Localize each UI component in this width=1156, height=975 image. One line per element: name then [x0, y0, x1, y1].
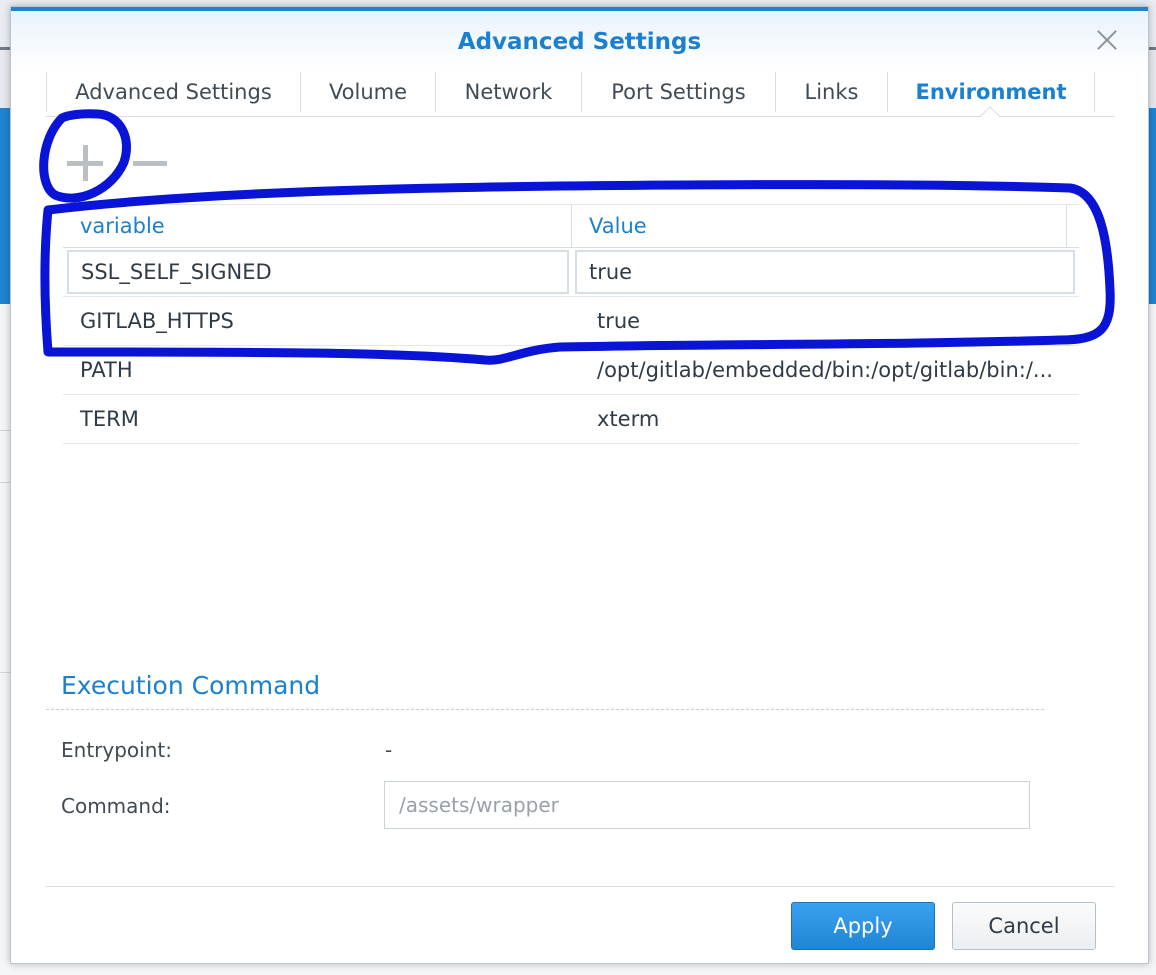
- entrypoint-label: Entrypoint:: [61, 738, 172, 762]
- column-header-variable[interactable]: variable: [63, 205, 571, 247]
- environment-table: variable Value SSL_SELF_SIGNED true GITL…: [63, 204, 1079, 444]
- value-cell[interactable]: xterm: [571, 395, 1079, 443]
- table-row[interactable]: PATH /opt/gitlab/embedded/bin:/opt/gitla…: [63, 346, 1079, 395]
- dialog-title: Advanced Settings: [457, 29, 702, 55]
- variable-edit-field[interactable]: SSL_SELF_SIGNED: [67, 250, 569, 294]
- minus-icon[interactable]: [133, 145, 167, 181]
- table-row[interactable]: SSL_SELF_SIGNED true: [63, 248, 1079, 297]
- cancel-button[interactable]: Cancel: [952, 902, 1096, 950]
- section-divider: [46, 709, 1044, 710]
- tab-port-settings[interactable]: Port Settings: [581, 71, 775, 112]
- value-edit-field[interactable]: true: [575, 250, 1075, 294]
- tab-environment[interactable]: Environment: [887, 71, 1095, 112]
- tab-advanced-settings[interactable]: Advanced Settings: [46, 71, 300, 112]
- variable-cell[interactable]: GITLAB_HTTPS: [63, 297, 571, 345]
- close-icon[interactable]: [1094, 27, 1120, 53]
- value-cell[interactable]: /opt/gitlab/embedded/bin:/opt/gitlab/bin…: [571, 346, 1079, 394]
- tab-links[interactable]: Links: [775, 71, 887, 112]
- tab-volume[interactable]: Volume: [300, 71, 435, 112]
- execution-command-heading: Execution Command: [61, 671, 321, 700]
- command-label: Command:: [61, 794, 171, 818]
- table-row[interactable]: GITLAB_HTTPS true: [63, 297, 1079, 346]
- plus-icon[interactable]: [67, 145, 103, 181]
- advanced-settings-dialog: Advanced Settings Advanced Settings Volu…: [10, 6, 1149, 964]
- variable-cell[interactable]: PATH: [63, 346, 571, 394]
- table-header: variable Value: [63, 204, 1079, 248]
- dialog-header: Advanced Settings: [11, 11, 1148, 71]
- tab-network[interactable]: Network: [435, 71, 581, 112]
- tab-bar: Advanced Settings Volume Network Port Se…: [46, 67, 1114, 117]
- variable-cell[interactable]: TERM: [63, 395, 571, 443]
- entrypoint-value: -: [385, 738, 393, 762]
- column-header-value[interactable]: Value: [571, 205, 1067, 247]
- footer-divider: [46, 886, 1114, 887]
- table-row[interactable]: TERM xterm: [63, 395, 1079, 444]
- command-input[interactable]: [384, 781, 1030, 829]
- value-cell[interactable]: true: [571, 297, 1079, 345]
- apply-button[interactable]: Apply: [791, 902, 935, 950]
